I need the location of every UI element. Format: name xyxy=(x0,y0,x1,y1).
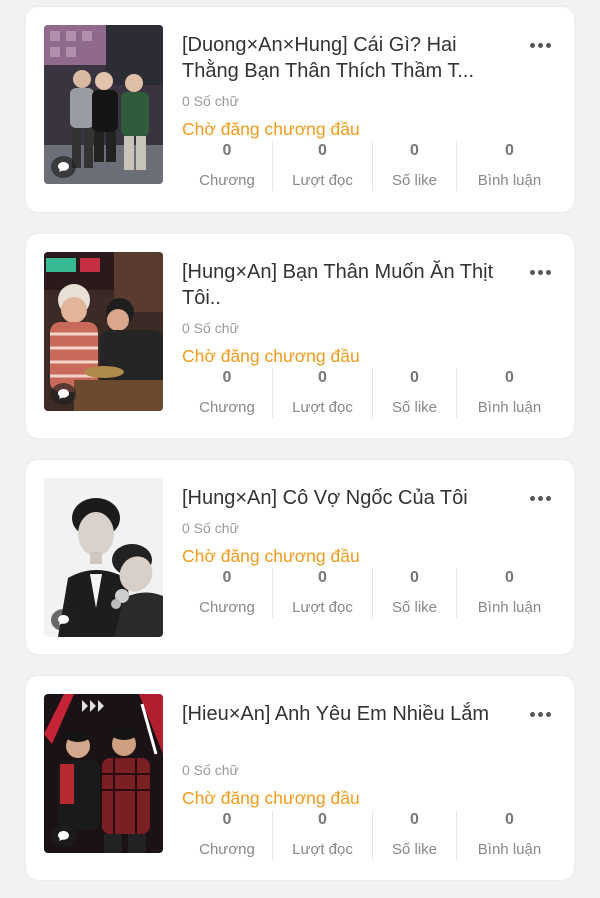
stat-comments: 0 Bình luận xyxy=(457,810,562,860)
story-title[interactable]: [Hieu×An] Anh Yêu Em Nhiều Lắm xyxy=(182,701,512,727)
story-card[interactable]: [Duong×An×Hung] Cái Gì? Hai Thằng Bạn Th… xyxy=(26,7,574,212)
stat-label: Chương xyxy=(199,172,255,189)
story-cover-image[interactable] xyxy=(44,478,163,637)
stat-label: Số like xyxy=(391,172,438,189)
stat-label: Số like xyxy=(391,599,438,616)
word-count: 0 Số chữ xyxy=(182,520,239,536)
status-label: Chờ đăng chương đầu xyxy=(182,119,360,139)
stat-likes: 0 Số like xyxy=(373,141,457,191)
stat-comments: 0 Bình luận xyxy=(457,141,562,191)
story-cover-image[interactable] xyxy=(44,252,163,411)
comment-bubble-icon xyxy=(51,156,76,178)
stat-value: 0 xyxy=(222,569,232,586)
stat-label: Bình luận xyxy=(477,841,542,858)
story-stats: 0 Chương 0 Lượt đọc 0 Số like 0 Bình luậ… xyxy=(182,568,562,618)
stat-value: 0 xyxy=(505,369,514,386)
stat-value: 0 xyxy=(222,142,232,159)
stat-likes: 0 Số like xyxy=(373,568,457,618)
stat-value: 0 xyxy=(410,569,419,586)
stat-value: 0 xyxy=(505,142,514,159)
stat-label: Số like xyxy=(391,841,438,858)
stat-label: Lượt đọc xyxy=(292,172,353,189)
word-count: 0 Số chữ xyxy=(182,93,239,109)
more-options-icon[interactable] xyxy=(524,261,556,283)
story-title[interactable]: [Hung×An] Cô Vợ Ngốc Của Tôi xyxy=(182,485,512,511)
stat-value: 0 xyxy=(505,811,514,828)
stat-label: Chương xyxy=(199,399,255,416)
story-card[interactable]: [Hung×An] Cô Vợ Ngốc Của Tôi 0 Số chữ Ch… xyxy=(26,460,574,654)
stat-value: 0 xyxy=(318,569,327,586)
stat-value: 0 xyxy=(318,142,327,159)
stat-comments: 0 Bình luận xyxy=(457,568,562,618)
story-cover-image[interactable] xyxy=(44,694,163,853)
comment-bubble-icon xyxy=(51,825,76,847)
stat-value: 0 xyxy=(410,811,419,828)
stat-label: Bình luận xyxy=(477,172,542,189)
stat-value: 0 xyxy=(318,811,327,828)
stat-label: Chương xyxy=(199,599,255,616)
stat-value: 0 xyxy=(410,142,419,159)
stat-value: 0 xyxy=(410,369,419,386)
story-cover-image[interactable] xyxy=(44,25,163,184)
story-title[interactable]: [Duong×An×Hung] Cái Gì? Hai Thằng Bạn Th… xyxy=(182,32,512,84)
story-stats: 0 Chương 0 Lượt đọc 0 Số like 0 Bình luậ… xyxy=(182,141,562,191)
stat-label: Chương xyxy=(199,841,255,858)
stat-reads: 0 Lượt đọc xyxy=(273,368,373,418)
stat-likes: 0 Số like xyxy=(373,810,457,860)
stat-label: Bình luận xyxy=(477,399,542,416)
stat-chapters: 0 Chương xyxy=(182,368,273,418)
stat-reads: 0 Lượt đọc xyxy=(273,568,373,618)
comment-bubble-icon xyxy=(51,609,76,631)
stat-chapters: 0 Chương xyxy=(182,568,273,618)
stat-likes: 0 Số like xyxy=(373,368,457,418)
story-stats: 0 Chương 0 Lượt đọc 0 Số like 0 Bình luậ… xyxy=(182,810,562,860)
more-options-icon[interactable] xyxy=(524,703,556,725)
stat-value: 0 xyxy=(318,369,327,386)
stat-reads: 0 Lượt đọc xyxy=(273,810,373,860)
stat-value: 0 xyxy=(222,811,232,828)
stat-label: Số like xyxy=(391,399,438,416)
story-stats: 0 Chương 0 Lượt đọc 0 Số like 0 Bình luậ… xyxy=(182,368,562,418)
stat-label: Bình luận xyxy=(477,599,542,616)
stat-comments: 0 Bình luận xyxy=(457,368,562,418)
stat-label: Lượt đọc xyxy=(292,841,353,858)
stat-label: Lượt đọc xyxy=(292,599,353,616)
more-options-icon[interactable] xyxy=(524,34,556,56)
stat-reads: 0 Lượt đọc xyxy=(273,141,373,191)
comment-bubble-icon xyxy=(51,383,76,405)
story-card[interactable]: [Hieu×An] Anh Yêu Em Nhiều Lắm 0 Số chữ … xyxy=(26,676,574,880)
stat-chapters: 0 Chương xyxy=(182,810,273,860)
stat-value: 0 xyxy=(222,369,232,386)
more-options-icon[interactable] xyxy=(524,487,556,509)
story-title[interactable]: [Hung×An] Bạn Thân Muốn Ăn Thịt Tôi.. xyxy=(182,259,512,311)
status-label: Chờ đăng chương đầu xyxy=(182,788,360,808)
stat-chapters: 0 Chương xyxy=(182,141,273,191)
status-label: Chờ đăng chương đầu xyxy=(182,546,360,566)
stat-value: 0 xyxy=(505,569,514,586)
word-count: 0 Số chữ xyxy=(182,762,239,778)
stat-label: Lượt đọc xyxy=(292,399,353,416)
story-card[interactable]: [Hung×An] Bạn Thân Muốn Ăn Thịt Tôi.. 0 … xyxy=(26,234,574,438)
status-label: Chờ đăng chương đầu xyxy=(182,346,360,366)
word-count: 0 Số chữ xyxy=(182,320,239,336)
